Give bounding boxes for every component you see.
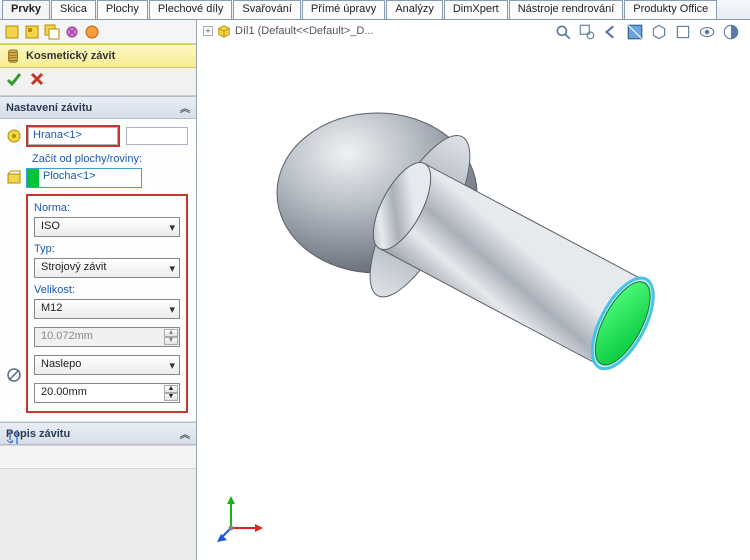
ok-button[interactable] (6, 72, 22, 91)
section-thread-settings-head[interactable]: Nastavení závitu ︽ (0, 96, 196, 119)
tab-nastroje-rendrovani[interactable]: Nástroje rendrování (509, 0, 624, 19)
section-thread-desc-body (0, 445, 196, 469)
end-condition-dropdown[interactable]: Naslepo (34, 355, 180, 375)
diameter-value: 10.072mm (41, 330, 93, 342)
confirm-row (0, 68, 196, 96)
tab-dimxpert[interactable]: DimXpert (444, 0, 508, 19)
breadcrumb-part-name[interactable]: Díl1 (Default<<Default>_D... (235, 25, 374, 37)
property-manager-panel: Kosmetický závit Nastavení závitu ︽ Hran… (0, 20, 197, 560)
collapse-icon: ︽ (180, 100, 190, 115)
cancel-button[interactable] (30, 72, 44, 91)
hide-show-icon[interactable] (698, 24, 716, 40)
depth-icon (6, 429, 22, 445)
tree-expand-icon[interactable]: + (203, 26, 213, 36)
property-manager-icon[interactable] (24, 24, 40, 40)
collapse-icon: ︽ (180, 426, 190, 441)
norma-dropdown[interactable]: ISO (34, 217, 180, 237)
section-thread-settings-body: Hrana<1> Začít od plochy/roviny: Plocha<… (0, 119, 196, 422)
section-thread-desc-head[interactable]: Popis závitu ︽ (0, 422, 196, 445)
typ-dropdown[interactable]: Strojový závit (34, 258, 180, 278)
tab-prvky[interactable]: Prvky (2, 0, 50, 19)
tab-analyzy[interactable]: Analýzy (386, 0, 443, 19)
depth-value: 20.00mm (41, 386, 87, 398)
command-manager-tab-strip: Prvky Skica Plochy Plechové díly Svařová… (0, 0, 750, 20)
tab-plochy[interactable]: Plochy (97, 0, 148, 19)
section-view-icon[interactable] (626, 24, 644, 40)
part-3d-model[interactable] (257, 98, 717, 418)
standards-block-highlight: Norma: ISO Typ: Strojový závit Velikost:… (26, 194, 188, 413)
tab-produkty-office[interactable]: Produkty Office (624, 0, 717, 19)
configuration-icon[interactable] (44, 24, 60, 40)
feature-title-text: Kosmetický závit (26, 50, 115, 62)
face-selection-field[interactable]: Plocha<1> (39, 169, 141, 187)
previous-view-icon[interactable] (602, 24, 620, 40)
tab-svarovani[interactable]: Svařování (233, 0, 301, 19)
edge-icon (6, 128, 22, 144)
start-face-label: Začít od plochy/roviny: (32, 153, 188, 165)
diameter-icon (6, 367, 22, 383)
heads-up-toolbar (554, 24, 740, 40)
view-orientation-icon[interactable] (650, 24, 668, 40)
edge-selection-empty[interactable] (126, 127, 188, 145)
thread-feature-icon (6, 49, 20, 63)
face-color-swatch (27, 169, 39, 187)
edge-highlight: Hrana<1> (26, 125, 120, 147)
axis-triad (217, 494, 265, 542)
velikost-dropdown[interactable]: M12 (34, 299, 180, 319)
feature-title-bar: Kosmetický závit (0, 44, 196, 68)
norma-label: Norma: (34, 202, 180, 214)
diameter-spinner: 10.072mm ▲▼ (34, 327, 180, 347)
zoom-fit-icon[interactable] (554, 24, 572, 40)
feature-tree-icon[interactable] (4, 24, 20, 40)
zoom-area-icon[interactable] (578, 24, 596, 40)
typ-label: Typ: (34, 243, 180, 255)
panel-tab-icons (0, 20, 196, 44)
tab-prime-upravy[interactable]: Přímé úpravy (302, 0, 385, 19)
section-thread-settings-title: Nastavení závitu (6, 102, 92, 114)
part-icon (217, 24, 231, 38)
face-highlight: Plocha<1> (26, 168, 142, 188)
graphics-viewport[interactable]: + Díl1 (Default<<Default>_D... (197, 20, 750, 560)
appearance-icon[interactable] (64, 24, 80, 40)
display-style-icon[interactable] (674, 24, 692, 40)
appearance-scene-icon[interactable] (722, 24, 740, 40)
depth-spinner[interactable]: 20.00mm ▲▼ (34, 383, 180, 403)
display-manager-icon[interactable] (84, 24, 100, 40)
tab-skica[interactable]: Skica (51, 0, 96, 19)
edge-selection-field[interactable]: Hrana<1> (28, 127, 118, 145)
tab-plechove-dily[interactable]: Plechové díly (149, 0, 232, 19)
face-icon (6, 170, 22, 186)
velikost-label: Velikost: (34, 284, 180, 296)
